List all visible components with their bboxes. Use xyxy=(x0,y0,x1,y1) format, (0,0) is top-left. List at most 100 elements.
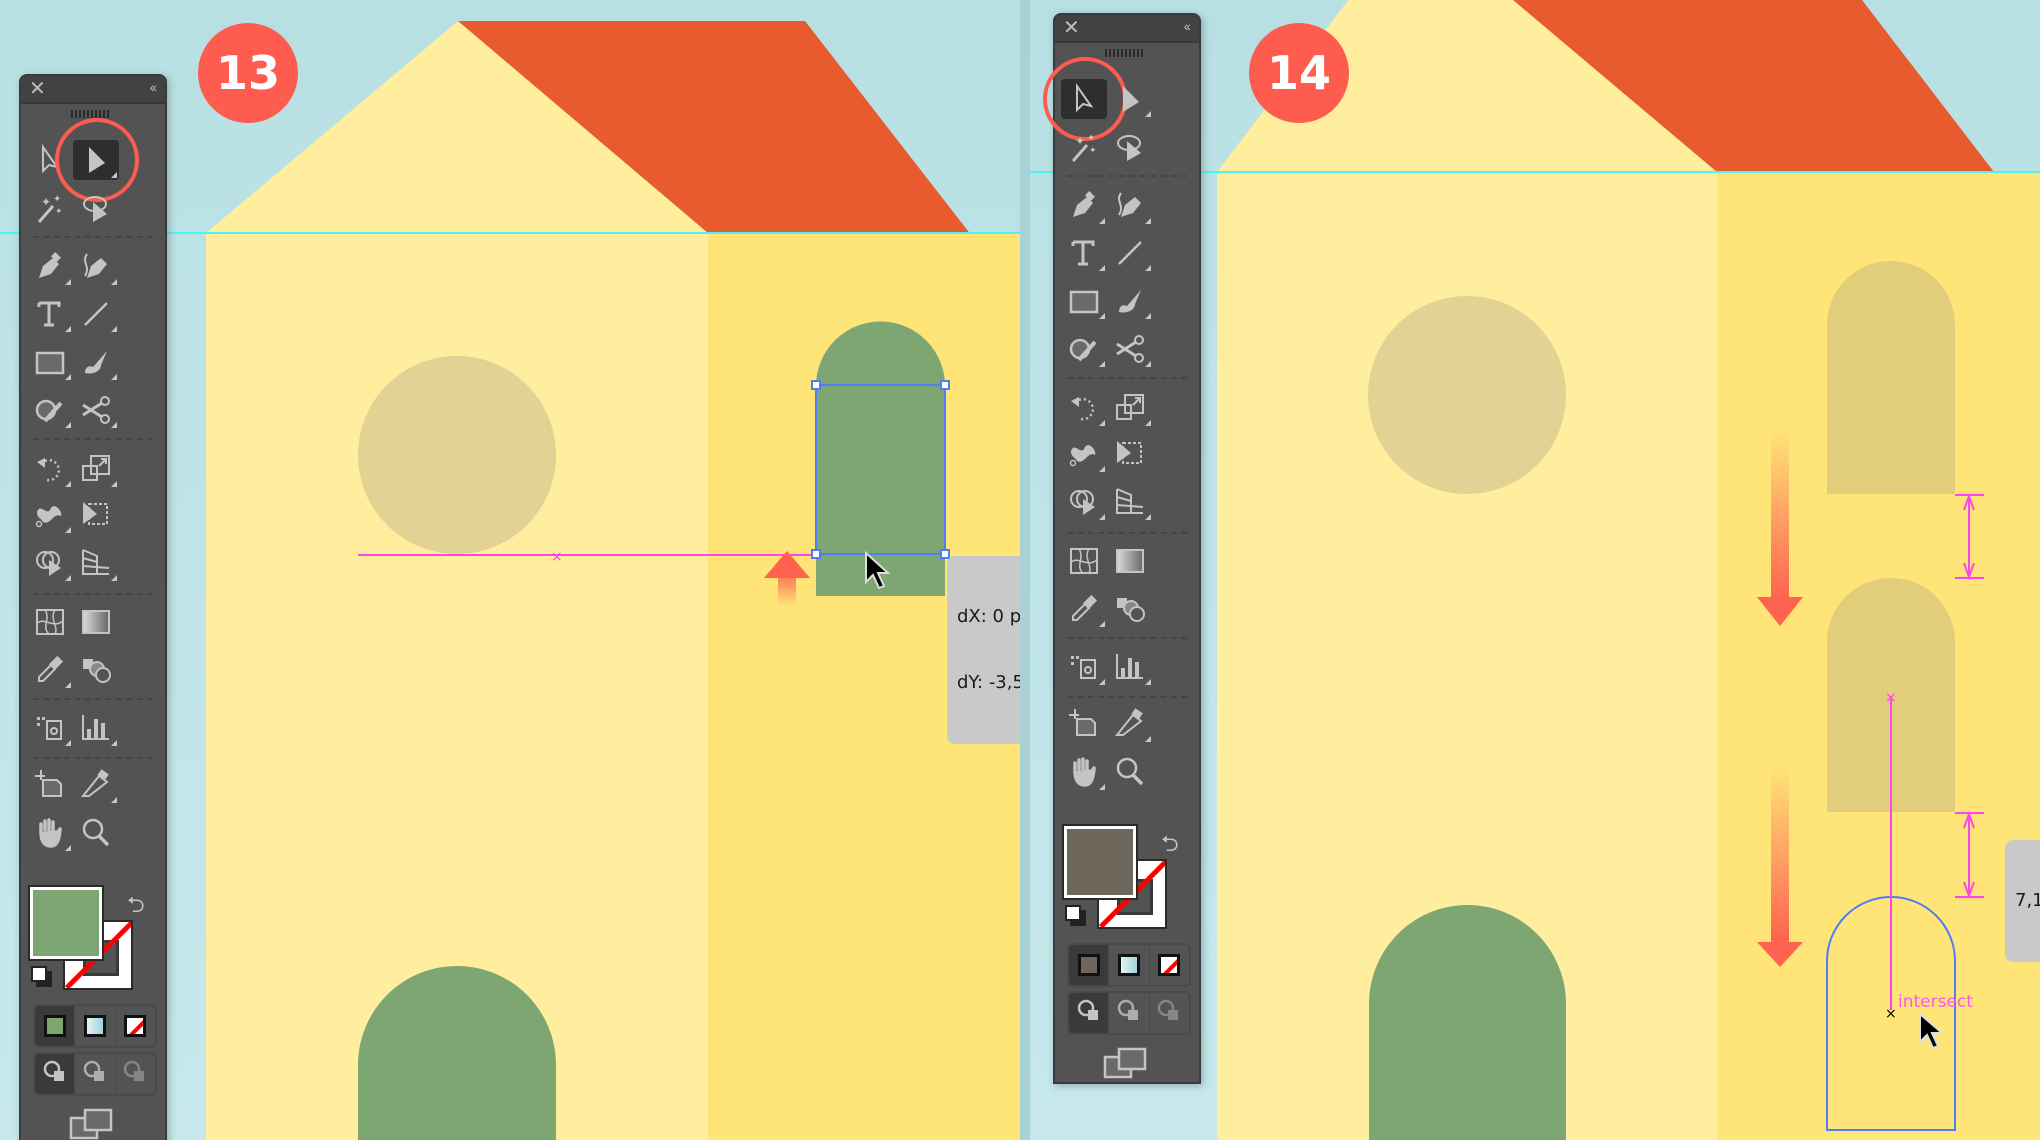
pen-tool[interactable] xyxy=(27,247,73,287)
zoom-tool[interactable] xyxy=(73,813,119,853)
draw-behind-button[interactable] xyxy=(1109,993,1150,1033)
panel-header[interactable]: ✕ ‹‹ xyxy=(1055,15,1199,43)
selection-tool[interactable] xyxy=(27,140,73,180)
symbol-sprayer-tool[interactable] xyxy=(1061,647,1107,687)
pen-tool[interactable] xyxy=(1061,186,1107,226)
default-fill-stroke-icon[interactable] xyxy=(31,966,47,982)
width-tool[interactable] xyxy=(27,495,73,535)
color-mode-color[interactable] xyxy=(35,1006,76,1046)
gradient-tool[interactable] xyxy=(1107,541,1153,581)
artboard-tool[interactable] xyxy=(1061,704,1107,744)
perspective-grid-tool[interactable] xyxy=(1107,482,1153,522)
shaper-icon xyxy=(1069,338,1097,362)
swap-fill-stroke-icon[interactable]: ⮌ xyxy=(127,888,145,926)
shape-builder-tool[interactable] xyxy=(27,543,73,583)
submenu-indicator-icon xyxy=(111,481,117,487)
magic-wand-tool[interactable]: ✦ ✦ ✦ xyxy=(27,189,73,229)
draw-normal-button[interactable] xyxy=(35,1054,76,1094)
eyedropper-tool[interactable] xyxy=(1061,589,1107,629)
swap-fill-stroke-icon[interactable]: ⮌ xyxy=(1161,827,1179,865)
eyedropper-tool[interactable] xyxy=(27,650,73,690)
blend-tool[interactable] xyxy=(73,650,119,690)
lasso-tool[interactable] xyxy=(1107,128,1153,168)
type-icon xyxy=(37,301,61,327)
spacing-tooltip: 7,1 xyxy=(2005,840,2040,962)
paintbrush-tool[interactable] xyxy=(1107,281,1153,321)
draw-inside-icon xyxy=(122,1059,148,1090)
hand-tool[interactable] xyxy=(1061,752,1107,792)
selection-tool[interactable] xyxy=(1061,79,1107,119)
blend-icon xyxy=(83,659,111,683)
artboard-tool[interactable] xyxy=(27,765,73,805)
draw-inside-button[interactable] xyxy=(1150,993,1189,1033)
type-tool[interactable] xyxy=(27,294,73,334)
gradient-tool[interactable] xyxy=(73,602,119,642)
blend-tool[interactable] xyxy=(1107,589,1153,629)
close-panel-button[interactable]: ✕ xyxy=(29,78,46,100)
slice-tool[interactable] xyxy=(73,765,119,805)
color-mode-none[interactable] xyxy=(116,1006,155,1046)
free-transform-tool[interactable] xyxy=(1107,434,1153,474)
shaper-tool[interactable] xyxy=(27,390,73,430)
perspective-grid-tool[interactable] xyxy=(73,543,119,583)
anchor-point[interactable] xyxy=(811,380,821,390)
draw-inside-button[interactable] xyxy=(116,1054,155,1094)
shape-builder-tool[interactable] xyxy=(1061,482,1107,522)
gradient-icon xyxy=(82,610,110,634)
scissors-tool[interactable] xyxy=(73,390,119,430)
magic-wand-tool[interactable]: ✦ ✦ ✦ xyxy=(1061,128,1107,168)
line-segment-tool[interactable] xyxy=(1107,233,1153,273)
lasso-tool[interactable] xyxy=(73,189,119,229)
panel-grip-handle[interactable] xyxy=(1105,49,1145,57)
zoom-tool[interactable] xyxy=(1107,752,1153,792)
perspective-grid-icon xyxy=(1116,488,1144,514)
panel-header[interactable]: ✕ ‹‹ xyxy=(21,76,165,104)
direct-selection-tool[interactable] xyxy=(73,140,119,180)
rotate-tool[interactable] xyxy=(1061,388,1107,428)
fill-swatch[interactable] xyxy=(28,885,104,961)
scale-tool[interactable] xyxy=(1107,388,1153,428)
symbol-sprayer-tool[interactable] xyxy=(27,708,73,748)
close-panel-button[interactable]: ✕ xyxy=(1063,17,1080,39)
change-screen-mode-button[interactable] xyxy=(1103,1047,1149,1081)
line-segment-tool[interactable] xyxy=(73,294,119,334)
collapse-panel-button[interactable]: ‹‹ xyxy=(150,79,157,95)
fill-swatch[interactable] xyxy=(1062,824,1138,900)
color-mode-gradient[interactable] xyxy=(1109,945,1150,985)
change-screen-mode-button[interactable] xyxy=(69,1108,115,1140)
draw-behind-button[interactable] xyxy=(75,1054,116,1094)
anchor-point[interactable] xyxy=(940,549,950,559)
anchor-point[interactable] xyxy=(940,380,950,390)
color-mode-color[interactable] xyxy=(1069,945,1110,985)
draw-normal-button[interactable] xyxy=(1069,993,1110,1033)
default-fill-stroke-icon[interactable] xyxy=(1065,905,1081,921)
scissors-tool[interactable] xyxy=(1107,329,1153,369)
color-mode-gradient[interactable] xyxy=(75,1006,116,1046)
column-graph-tool[interactable] xyxy=(1107,647,1153,687)
tools-panel: ✕ ‹‹ ✦ ✦ ✦ ⮌ xyxy=(19,74,167,1140)
curvature-tool[interactable] xyxy=(73,247,119,287)
mesh-tool[interactable] xyxy=(27,602,73,642)
type-tool[interactable] xyxy=(1061,233,1107,273)
rectangle-tool[interactable] xyxy=(1061,281,1107,321)
shaper-tool[interactable] xyxy=(1061,329,1107,369)
symbol-sprayer-icon xyxy=(1071,656,1096,679)
free-transform-tool[interactable] xyxy=(73,495,119,535)
slice-tool[interactable] xyxy=(1107,704,1153,744)
mesh-tool[interactable] xyxy=(1061,541,1107,581)
color-mode-none[interactable] xyxy=(1150,945,1189,985)
panel-grip-handle[interactable] xyxy=(71,110,111,118)
direct-selection-tool[interactable] xyxy=(1107,79,1153,119)
width-tool[interactable] xyxy=(1061,434,1107,474)
column-graph-tool[interactable] xyxy=(73,708,119,748)
paintbrush-tool[interactable] xyxy=(73,342,119,382)
collapse-panel-button[interactable]: ‹‹ xyxy=(1184,18,1191,34)
submenu-indicator-icon xyxy=(111,172,117,178)
shape-builder-icon xyxy=(36,551,61,576)
scale-tool[interactable] xyxy=(73,449,119,489)
rectangle-tool[interactable] xyxy=(27,342,73,382)
anchor-point[interactable] xyxy=(811,549,821,559)
hand-tool[interactable] xyxy=(27,813,73,853)
rotate-tool[interactable] xyxy=(27,449,73,489)
curvature-tool[interactable] xyxy=(1107,186,1153,226)
